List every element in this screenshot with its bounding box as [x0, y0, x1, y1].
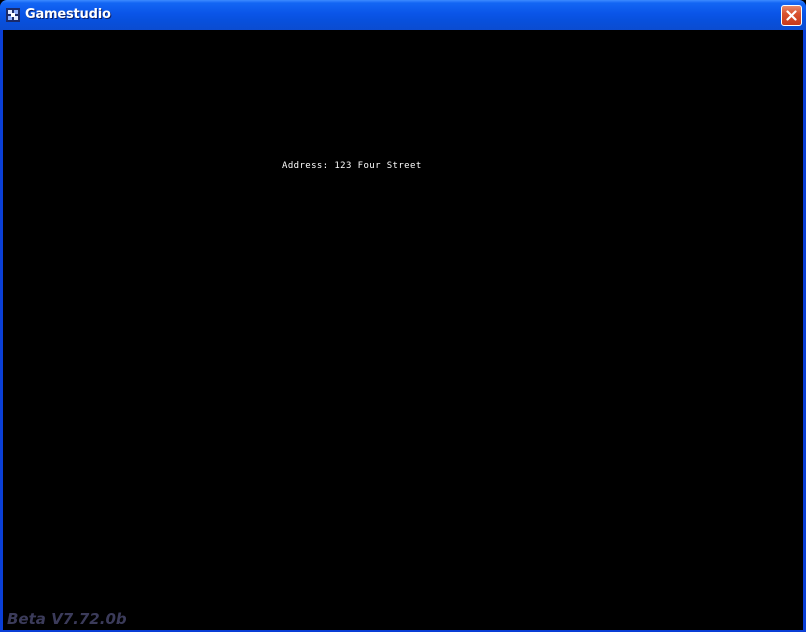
app-window: Gamestudio Address: 123 Four Street Beta… — [0, 0, 806, 632]
gamestudio-app-icon[interactable] — [5, 7, 21, 23]
version-label: Beta V7.72.0b — [7, 610, 127, 628]
game-viewport[interactable]: Address: 123 Four Street Beta V7.72.0b — [3, 30, 803, 630]
title-bar[interactable]: Gamestudio — [0, 0, 806, 30]
address-label: Address: 123 Four Street — [282, 161, 422, 171]
close-button[interactable] — [781, 5, 802, 26]
window-title: Gamestudio — [25, 7, 111, 22]
